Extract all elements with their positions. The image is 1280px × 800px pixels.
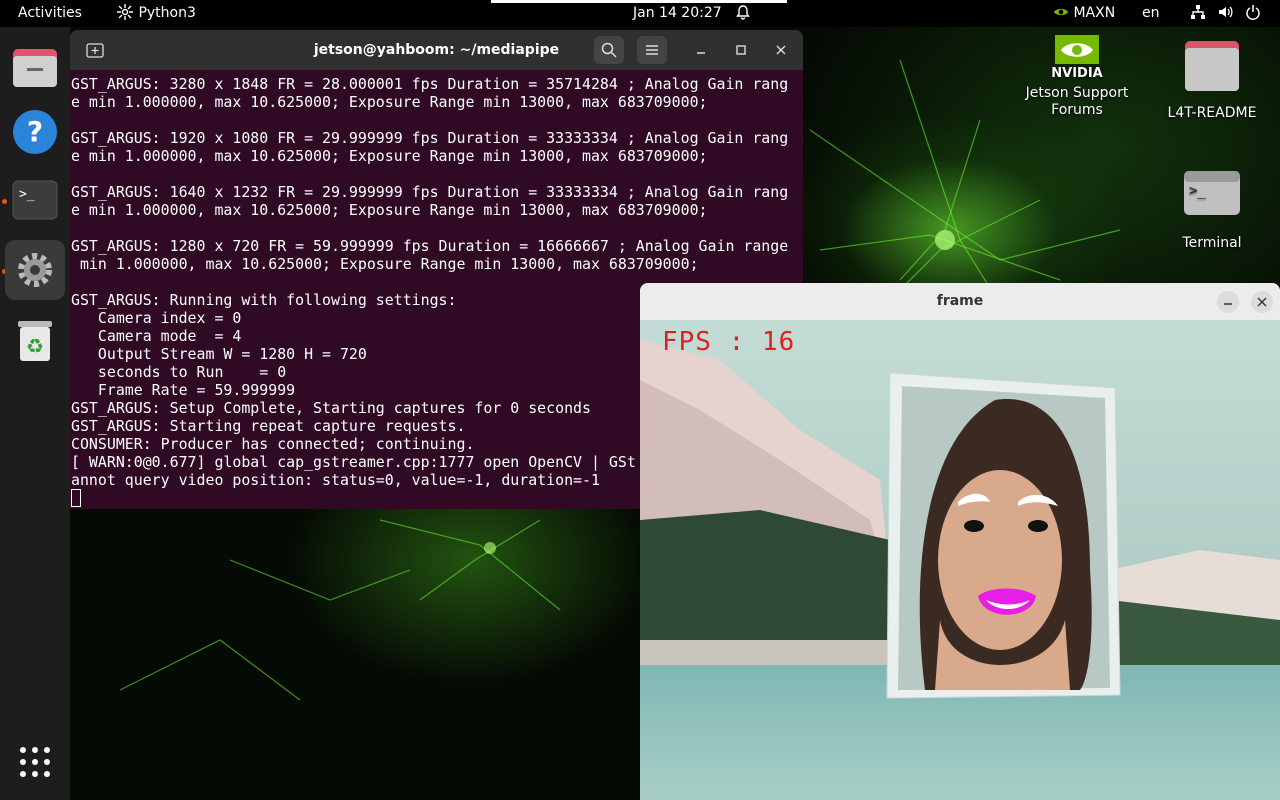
camera-scene-image <box>640 320 1280 800</box>
desktop-icon-nvidia-forums[interactable]: NVIDIA Jetson Support Forums <box>1017 34 1137 119</box>
files-icon <box>13 49 57 87</box>
maximize-icon <box>736 45 746 55</box>
search-icon <box>601 42 617 58</box>
desktop-icon-terminal[interactable]: >_ Terminal <box>1167 170 1257 252</box>
nvidia-forums-label-1: Jetson Support <box>1025 85 1129 101</box>
dock-settings[interactable] <box>5 240 65 300</box>
power-mode-label: MAXN <box>1073 5 1116 21</box>
terminal-label: Terminal <box>1182 235 1242 251</box>
terminal-icon: >_ <box>12 180 58 220</box>
language-indicator[interactable]: en <box>1142 0 1160 27</box>
folder-icon <box>1185 41 1239 91</box>
minimize-icon <box>1224 303 1232 305</box>
trash-icon: ♻ <box>18 321 52 361</box>
frame-title: frame <box>936 293 984 309</box>
terminal-line: e min 1.000000, max 10.625000; Exposure … <box>71 93 708 111</box>
terminal-line: GST_ARGUS: 1920 x 1080 FR = 29.999999 fp… <box>71 129 789 147</box>
svg-text:>_: >_ <box>19 187 35 202</box>
power-icon[interactable] <box>1245 0 1261 27</box>
nvidia-eye-icon <box>1054 9 1068 15</box>
power-mode-indicator[interactable]: MAXN <box>1053 0 1115 27</box>
nvidia-forums-label-2: Forums <box>1051 102 1103 118</box>
dock-files[interactable] <box>5 37 65 97</box>
svg-text:NVIDIA: NVIDIA <box>1051 66 1102 80</box>
activities-button[interactable]: Activities <box>18 0 82 27</box>
new-tab-icon <box>86 43 104 58</box>
nvidia-logo-icon: NVIDIA <box>1051 35 1103 81</box>
fps-counter: FPS : 16 <box>662 327 796 357</box>
close-icon <box>1257 297 1267 307</box>
terminal-line: e min 1.000000, max 10.625000; Exposure … <box>71 201 708 219</box>
show-apps-button[interactable] <box>5 732 65 792</box>
svg-text:?: ? <box>27 115 43 148</box>
terminal-line: GST_ARGUS: 1280 x 720 FR = 59.999999 fps… <box>71 237 789 255</box>
gear-icon <box>18 253 52 287</box>
readme-label: L4T-README <box>1167 105 1257 121</box>
terminal-line: GST_ARGUS: 3280 x 1848 FR = 28.000001 fp… <box>71 75 789 93</box>
close-button[interactable] <box>766 36 796 64</box>
terminal-header[interactable]: jetson@yahboom: ~/mediapipe <box>70 30 803 70</box>
grid-icon <box>20 747 50 777</box>
help-icon: ? <box>13 110 57 154</box>
minimize-button[interactable] <box>686 36 716 64</box>
network-icon[interactable] <box>1190 0 1206 27</box>
python-app-icon <box>117 4 133 20</box>
search-button[interactable] <box>594 36 624 64</box>
app-menu-label: Python3 <box>138 5 196 21</box>
desktop-icon-readme[interactable]: L4T-README <box>1157 40 1267 122</box>
new-tab-button[interactable] <box>80 36 110 64</box>
terminal-line: min 1.000000, max 10.625000; Exposure Ra… <box>71 255 699 273</box>
close-icon <box>776 45 786 55</box>
svg-text:>_: >_ <box>1189 183 1206 199</box>
terminal-line: e min 1.000000, max 10.625000; Exposure … <box>71 147 708 165</box>
frame-close-button[interactable] <box>1251 291 1273 313</box>
bell-icon[interactable] <box>735 0 751 27</box>
clock[interactable]: Jan 14 20:27 <box>633 0 722 27</box>
terminal-icon: >_ <box>1184 171 1240 215</box>
camera-frame: FPS : 16 <box>640 320 1280 800</box>
top-bar: Activities Python3 Jan 14 20:27 MAXN en <box>0 0 1280 27</box>
terminal-line: GST_ARGUS: 1640 x 1232 FR = 29.999999 fp… <box>71 183 789 201</box>
minimize-icon <box>697 52 705 54</box>
svg-text:♻: ♻ <box>26 334 44 358</box>
terminal-cursor <box>71 489 81 507</box>
volume-icon[interactable] <box>1217 0 1233 27</box>
app-menu[interactable]: Python3 <box>116 0 196 27</box>
frame-window[interactable]: frame FPS: 16 <box>640 283 1280 800</box>
dock: ? >_ ♻ <box>0 27 70 800</box>
frame-minimize-button[interactable] <box>1217 291 1239 313</box>
menu-button[interactable] <box>637 36 667 64</box>
dock-trash[interactable]: ♻ <box>5 310 65 370</box>
frame-header[interactable]: frame <box>640 283 1280 321</box>
hamburger-icon <box>646 45 658 55</box>
dock-terminal[interactable]: >_ <box>5 170 65 230</box>
dock-help[interactable]: ? <box>5 102 65 162</box>
maximize-button[interactable] <box>726 36 756 64</box>
